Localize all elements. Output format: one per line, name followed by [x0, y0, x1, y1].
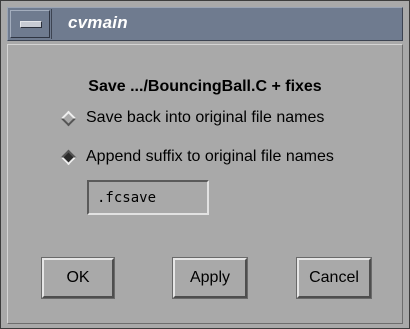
- radio-diamond-off-icon[interactable]: [60, 110, 77, 127]
- ok-button[interactable]: OK: [41, 257, 115, 299]
- window-title: cvmain: [68, 13, 128, 32]
- dialog-window: cvmain Save .../BouncingBall.C + fixes S…: [0, 0, 410, 329]
- window-menu-icon: [20, 21, 42, 28]
- dialog-content: Save .../BouncingBall.C + fixes Save bac…: [7, 44, 403, 324]
- radio-append-suffix-label: Append suffix to original file names: [86, 148, 334, 165]
- dialog-heading: Save .../BouncingBall.C + fixes: [88, 78, 322, 95]
- title-bar[interactable]: cvmain: [7, 7, 403, 41]
- window-menu-button[interactable]: [10, 10, 50, 38]
- radio-save-original-label: Save back into original file names: [86, 109, 325, 126]
- title-separator: [51, 9, 52, 39]
- radio-diamond-on-icon[interactable]: [60, 149, 77, 166]
- suffix-input[interactable]: [87, 180, 209, 215]
- apply-button[interactable]: Apply: [172, 257, 248, 299]
- cancel-button[interactable]: Cancel: [296, 257, 372, 299]
